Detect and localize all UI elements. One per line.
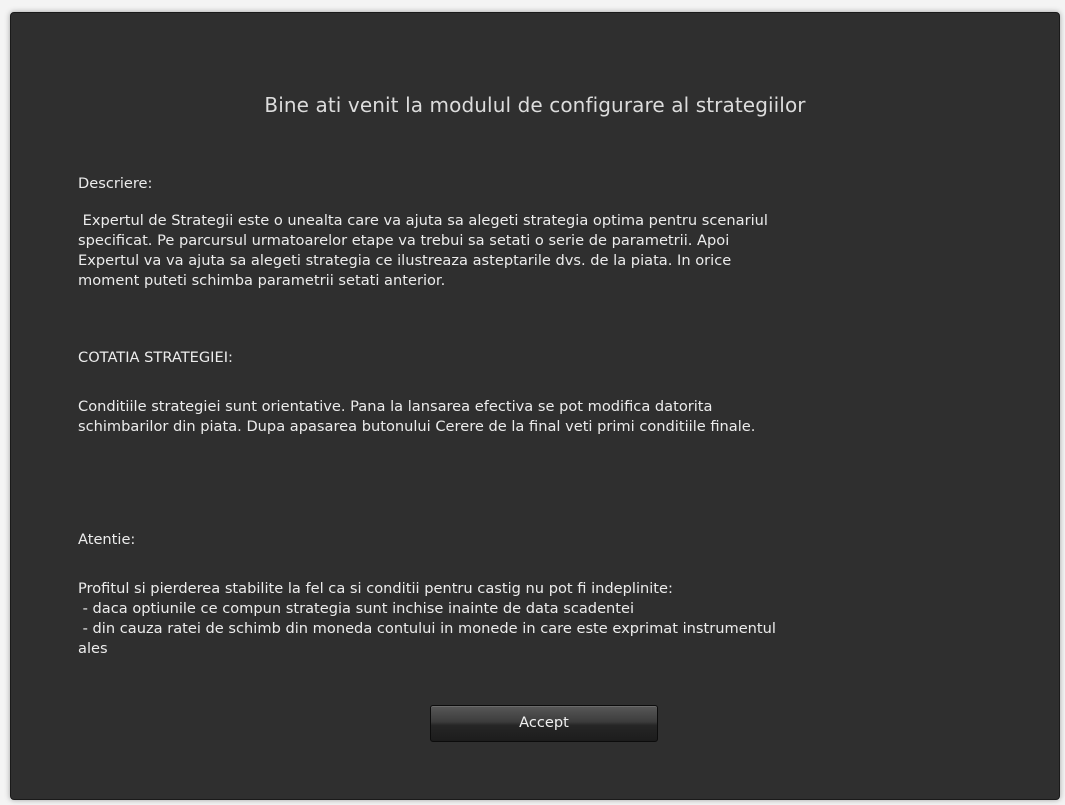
strategy-config-dialog: Bine ati venit la modulul de configurare… xyxy=(10,12,1060,800)
strategy-quote-text: Conditiile strategiei sunt orientative. … xyxy=(78,398,756,435)
description-text: Expertul de Strategii este o unealta car… xyxy=(78,212,768,289)
warning-text: Profitul si pierderea stabilite la fel c… xyxy=(78,580,776,657)
dialog-title: Bine ati venit la modulul de configurare… xyxy=(264,93,806,117)
warning-heading: Atentie: xyxy=(78,531,136,548)
strategy-quote-heading: COTATIA STRATEGIEI: xyxy=(78,349,233,366)
description-heading: Descriere: xyxy=(78,175,153,192)
accept-button[interactable]: Accept xyxy=(430,705,658,742)
